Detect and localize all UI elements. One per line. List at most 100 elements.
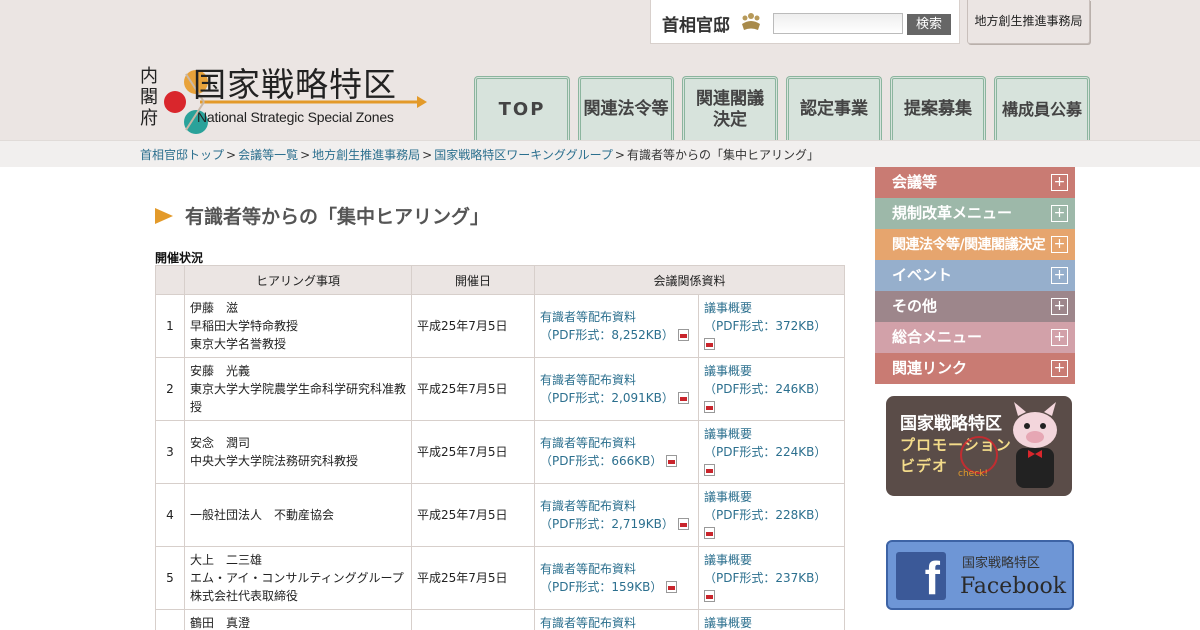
summary-cell: 議事概要 （PDF形式：372KB） xyxy=(698,294,845,358)
kantei-site-name[interactable]: 首相官邸 xyxy=(662,11,730,36)
col-header-materials: 会議関係資料 xyxy=(534,265,845,295)
pdf-icon xyxy=(704,590,715,602)
summary-pdf-size: （PDF形式：224KB） xyxy=(704,445,827,459)
hearing-subject: 伊藤 滋 早稲田大学特命教授 東京大学名誉教授 xyxy=(184,294,412,358)
sidebar-item-label: 総合メニュー xyxy=(892,328,983,346)
material-link[interactable]: 有識者等配布資料 xyxy=(540,497,693,515)
table-row: 4 一般社団法人 不動産協会 平成25年7月5日 有識者等配布資料 （PDF形式：2,7… xyxy=(155,483,845,547)
material-pdf-size-text: （PDF形式：8,252KB） xyxy=(540,328,674,342)
col-header-date: 開催日 xyxy=(411,265,535,295)
logo-title: 国家戦略特区 xyxy=(193,65,397,104)
sidebar-item[interactable]: 会議等 + xyxy=(875,167,1075,198)
hearing-table: ヒアリング事項 開催日 会議関係資料 1 伊藤 滋 早稲田大学特命教授 東京大学名… xyxy=(155,265,845,630)
material-link[interactable]: 有識者等配布資料 xyxy=(540,560,693,578)
summary-cell: 議事概要 （PDF形式：246KB） xyxy=(698,357,845,421)
plus-icon[interactable]: + xyxy=(1051,298,1068,315)
search-button[interactable]: 検索 xyxy=(907,14,951,35)
promo-check-badge: check! xyxy=(958,469,988,479)
row-number: 3 xyxy=(155,420,185,484)
material-link[interactable]: 有識者等配布資料 xyxy=(540,371,693,389)
nav-tab-certified-projects[interactable]: 認定事業 xyxy=(786,76,882,140)
material-pdf-size-text: （PDF形式：666KB） xyxy=(540,454,663,468)
material-cell: 有識者等配布資料 （PDF形式：666KB） xyxy=(534,420,699,484)
promotion-video-banner[interactable]: 国家戦略特区 プロモーション ビデオ check! xyxy=(886,396,1072,496)
plus-icon[interactable]: + xyxy=(1051,360,1068,377)
site-header: 首相官邸 検索 地方創生推進事務局 内閣府 国家戦略特区 National St… xyxy=(0,0,1200,140)
nav-tab-laws[interactable]: 関連法令等 xyxy=(578,76,674,140)
material-pdf-size: （PDF形式：2,091KB） xyxy=(540,389,693,407)
pdf-icon xyxy=(666,455,678,467)
page-title: 有識者等からの「集中ヒアリング」 xyxy=(155,202,489,229)
breadcrumb-link-kantei-top[interactable]: 首相官邸トップ xyxy=(140,148,224,162)
nav-tab-top[interactable]: TOP xyxy=(474,76,570,140)
breadcrumb-separator: > xyxy=(614,148,625,162)
row-number: 4 xyxy=(155,483,185,547)
summary-link[interactable]: 議事概要 xyxy=(704,551,839,569)
breadcrumb-link-meetings[interactable]: 会議等一覧 xyxy=(238,148,298,162)
paulownia-crest-icon xyxy=(742,13,760,30)
nav-tab-proposals[interactable]: 提案募集 xyxy=(890,76,986,140)
nav-tab-member-recruitment[interactable]: 構成員公募 xyxy=(994,76,1090,140)
site-logo[interactable]: 内閣府 国家戦略特区 National Strategic Special Zo… xyxy=(140,58,430,138)
facebook-banner-label: 国家戦略特区 xyxy=(962,556,1041,571)
summary-link[interactable]: 議事概要 xyxy=(704,425,839,443)
material-link[interactable]: 有識者等配布資料 xyxy=(540,614,693,630)
breadcrumb-current: 有識者等からの「集中ヒアリング」 xyxy=(626,148,819,162)
plus-icon[interactable]: + xyxy=(1051,267,1068,284)
plus-icon[interactable]: + xyxy=(1051,205,1068,222)
pdf-icon xyxy=(704,401,715,413)
pdf-icon xyxy=(704,338,715,350)
row-number xyxy=(155,609,185,630)
table-row: 鶴田 真澄 有識者等配布資料 議事概要 xyxy=(155,609,845,630)
pdf-icon xyxy=(666,581,678,593)
sidebar-item[interactable]: その他 + xyxy=(875,291,1075,322)
summary-link[interactable]: 議事概要 xyxy=(704,362,839,380)
plus-icon[interactable]: + xyxy=(1051,329,1068,346)
search-input[interactable] xyxy=(773,13,903,34)
summary-link[interactable]: 議事概要 xyxy=(704,299,839,317)
sidebar-item-label: 会議等 xyxy=(892,173,938,191)
breadcrumb-link-office[interactable]: 地方創生推進事務局 xyxy=(312,148,420,162)
material-pdf-size: （PDF形式：666KB） xyxy=(540,452,693,470)
facebook-banner-name: Facebook xyxy=(960,574,1067,599)
table-row: 1 伊藤 滋 早稲田大学特命教授 東京大学名誉教授 平成25年7月5日 有識者等配布資… xyxy=(155,294,845,358)
material-cell: 有識者等配布資料 （PDF形式：8,252KB） xyxy=(534,294,699,358)
sidebar-item[interactable]: イベント + xyxy=(875,260,1075,291)
nav-tab-cabinet-decisions[interactable]: 関連閣議 決定 xyxy=(682,76,778,140)
sidebar-item[interactable]: 関連リンク + xyxy=(875,353,1075,384)
summary-link[interactable]: 議事概要 xyxy=(704,614,839,630)
mascot-character-icon xyxy=(1013,402,1057,488)
hearing-subject: 大上 二三雄 エム・アイ・コンサルティンググループ株式会社代表取締役 xyxy=(184,546,412,610)
material-cell: 有識者等配布資料 （PDF形式：159KB） xyxy=(534,546,699,610)
col-header-no xyxy=(155,265,185,295)
sidebar-item[interactable]: 関連法令等/関連閣議決定 + xyxy=(875,229,1075,260)
logo-cabinet-office: 内閣府 xyxy=(140,66,158,129)
material-link[interactable]: 有識者等配布資料 xyxy=(540,308,693,326)
hearing-date: 平成25年7月5日 xyxy=(411,483,535,547)
summary-link[interactable]: 議事概要 xyxy=(704,488,839,506)
hearing-subject: 鶴田 真澄 xyxy=(184,609,412,630)
row-number: 5 xyxy=(155,546,185,610)
plus-icon[interactable]: + xyxy=(1051,174,1068,191)
material-cell: 有識者等配布資料 xyxy=(534,609,699,630)
plus-icon[interactable]: + xyxy=(1051,236,1068,253)
facebook-banner[interactable]: f 国家戦略特区 Facebook xyxy=(886,540,1074,610)
summary-cell: 議事概要 （PDF形式：224KB） xyxy=(698,420,845,484)
sidebar-item-label: 関連法令等/関連閣議決定 xyxy=(892,237,1046,253)
sidebar-item-label: 規制改革メニュー xyxy=(892,204,1013,222)
hearing-date: 平成25年7月5日 xyxy=(411,294,535,358)
material-link[interactable]: 有識者等配布資料 xyxy=(540,434,693,452)
summary-pdf-size: （PDF形式：228KB） xyxy=(704,508,827,522)
table-header-row: ヒアリング事項 開催日 会議関係資料 xyxy=(155,265,845,295)
breadcrumb-separator: > xyxy=(300,148,311,162)
promo-title-text: 国家戦略特区 xyxy=(900,414,1002,434)
breadcrumb-separator: > xyxy=(422,148,433,162)
row-number: 2 xyxy=(155,357,185,421)
facebook-icon: f xyxy=(896,552,946,600)
sidebar-item[interactable]: 総合メニュー + xyxy=(875,322,1075,353)
sidebar-item-label: イベント xyxy=(892,266,953,284)
breadcrumb-link-working-group[interactable]: 国家戦略特区ワーキンググループ xyxy=(434,148,613,162)
sidebar-item[interactable]: 規制改革メニュー + xyxy=(875,198,1075,229)
hearing-subject: 一般社団法人 不動産協会 xyxy=(184,483,412,547)
regional-revitalization-office-link[interactable]: 地方創生推進事務局 xyxy=(967,0,1090,44)
